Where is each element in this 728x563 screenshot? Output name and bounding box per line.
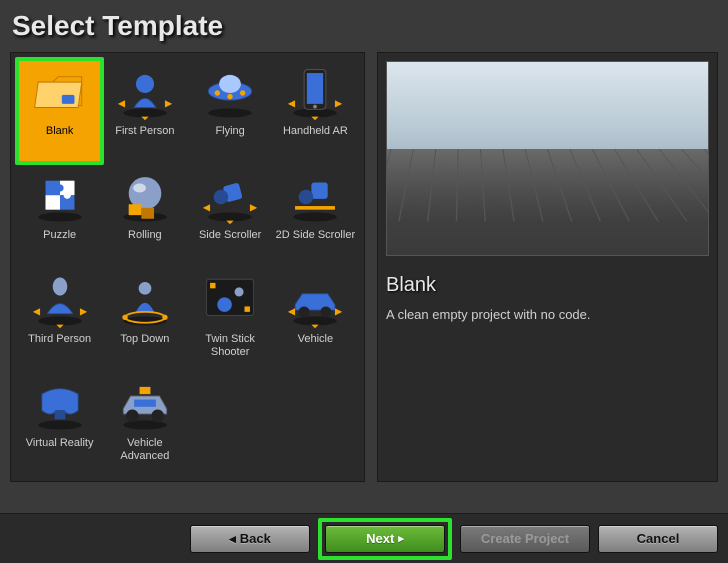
template-label: First Person [115, 125, 174, 138]
template-grid: Blank First Person Flying Handheld AR Puzzle… [10, 52, 365, 482]
next-button[interactable]: Next ▸ [325, 525, 445, 553]
template-label: Side Scroller [199, 229, 261, 242]
run2d-icon [283, 167, 347, 227]
cancel-label: Cancel [637, 531, 680, 546]
topdown-icon [113, 271, 177, 331]
phone-icon [283, 63, 347, 123]
run-icon [198, 167, 262, 227]
template-vehicle[interactable]: Vehicle [273, 267, 358, 371]
template-first-person[interactable]: First Person [102, 59, 187, 163]
template-label: Vehicle Advanced [104, 437, 185, 463]
template-label: Third Person [28, 333, 91, 346]
template-virtual-reality[interactable]: Virtual Reality [17, 371, 102, 475]
back-button[interactable]: ◂ Back [190, 525, 310, 553]
puzzle-icon [28, 167, 92, 227]
ufo-icon [198, 63, 262, 123]
template-blank[interactable]: Blank [17, 59, 102, 163]
back-label: Back [240, 531, 271, 546]
template-label: Twin Stick Shooter [190, 333, 271, 359]
tp-icon [28, 271, 92, 331]
pawn-icon [113, 63, 177, 123]
template-label: Top Down [120, 333, 169, 346]
ball-icon [113, 167, 177, 227]
template-puzzle[interactable]: Puzzle [17, 163, 102, 267]
detail-title: Blank [386, 274, 709, 297]
detail-description: A clean empty project with no code. [386, 307, 709, 322]
template-label: Rolling [128, 229, 162, 242]
vr-icon [28, 375, 92, 435]
template-label: Blank [46, 125, 74, 138]
template-label: Vehicle [298, 333, 333, 346]
template-flying[interactable]: Flying [188, 59, 273, 163]
template-label: Handheld AR [283, 125, 348, 138]
create-project-button[interactable]: Create Project [460, 525, 590, 553]
template-label: Virtual Reality [26, 437, 94, 450]
folder-icon [28, 63, 92, 123]
template-handheld-ar[interactable]: Handheld AR [273, 59, 358, 163]
cancel-button[interactable]: Cancel [598, 525, 718, 553]
car-icon [283, 271, 347, 331]
template-label: Puzzle [43, 229, 76, 242]
main-area: Blank First Person Flying Handheld AR Puzzle… [10, 52, 718, 482]
page-title: Select Template [10, 10, 718, 42]
chevron-right-icon: ▸ [398, 532, 404, 545]
next-label: Next [366, 531, 394, 546]
template-vehicle-advanced[interactable]: Vehicle Advanced [102, 371, 187, 475]
template-twin-stick-shooter[interactable]: Twin Stick Shooter [188, 267, 273, 371]
chevron-left-icon: ◂ [229, 531, 236, 547]
template-2d-side-scroller[interactable]: 2D Side Scroller [273, 163, 358, 267]
template-label: 2D Side Scroller [276, 229, 355, 242]
footer: ◂ Back Next ▸ Create Project Cancel [0, 513, 728, 563]
template-rolling[interactable]: Rolling [102, 163, 187, 267]
template-third-person[interactable]: Third Person [17, 267, 102, 371]
template-preview [386, 61, 709, 256]
template-label: Flying [215, 125, 244, 138]
caradv-icon [113, 375, 177, 435]
twinstick-icon [198, 271, 262, 331]
template-side-scroller[interactable]: Side Scroller [188, 163, 273, 267]
details-panel: Blank A clean empty project with no code… [377, 52, 718, 482]
create-label: Create Project [481, 531, 569, 546]
template-top-down[interactable]: Top Down [102, 267, 187, 371]
